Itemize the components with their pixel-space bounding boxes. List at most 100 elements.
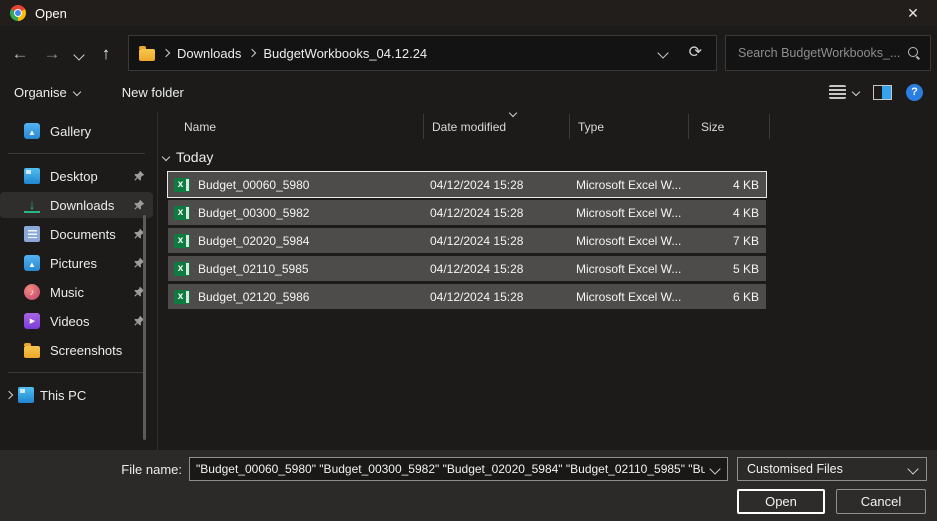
column-header-name[interactable]: Name <box>158 114 423 139</box>
refresh-icon[interactable]: ⟳ <box>689 45 702 61</box>
folder-icon <box>24 346 40 358</box>
group-label: Today <box>176 149 213 165</box>
sidebar-divider <box>8 153 145 154</box>
music-icon <box>24 284 40 300</box>
view-options-button[interactable] <box>829 85 859 99</box>
expand-chevron-icon[interactable] <box>5 391 13 399</box>
cancel-button[interactable]: Cancel <box>836 489 926 514</box>
chevron-right-icon[interactable] <box>248 49 256 57</box>
file-date-modified: 04/12/2024 15:28 <box>430 234 576 248</box>
file-row[interactable]: Budget_02020_598404/12/2024 15:28Microso… <box>168 228 766 253</box>
file-size: 6 KB <box>696 290 766 304</box>
gallery-icon <box>24 123 40 139</box>
address-bar[interactable]: Downloads BudgetWorkbooks_04.12.24 ⟳ <box>128 35 717 71</box>
up-button[interactable]: ↑ <box>90 45 122 62</box>
chevron-down-icon <box>162 153 170 161</box>
file-type: Microsoft Excel W... <box>576 262 696 276</box>
excel-file-icon <box>174 262 190 276</box>
column-header-size[interactable]: Size <box>688 114 770 139</box>
column-headers: Name Date modified Type Size <box>158 114 937 139</box>
chevron-right-icon[interactable] <box>162 49 170 57</box>
pin-icon <box>133 199 145 211</box>
file-row[interactable]: Budget_02120_598604/12/2024 15:28Microso… <box>168 284 766 309</box>
chevron-down-icon <box>852 88 860 96</box>
file-name-label: File name: <box>10 462 189 477</box>
excel-file-icon <box>174 234 190 248</box>
file-type-value: Customised Files <box>747 462 843 476</box>
sidebar-item-desktop[interactable]: Desktop <box>0 163 153 189</box>
excel-file-icon <box>174 290 190 304</box>
file-type: Microsoft Excel W... <box>576 234 696 248</box>
folder-icon <box>139 49 155 61</box>
breadcrumb-downloads[interactable]: Downloads <box>177 46 241 61</box>
thispc-icon <box>18 387 34 403</box>
file-name: Budget_02120_5986 <box>198 290 430 304</box>
desktop-icon <box>24 168 40 184</box>
chrome-logo-icon <box>10 5 26 21</box>
sidebar-item-label: Gallery <box>50 124 91 139</box>
title-bar: Open ✕ <box>0 0 937 26</box>
organise-menu[interactable]: Organise <box>14 85 80 100</box>
file-type-select[interactable]: Customised Files <box>737 457 927 481</box>
chevron-down-icon <box>73 88 81 96</box>
file-row[interactable]: Budget_00300_598204/12/2024 15:28Microso… <box>168 200 766 225</box>
pin-icon <box>133 170 145 182</box>
dialog-body: Gallery Desktop Downloads Documents Pictures… <box>0 112 937 450</box>
file-name: Budget_02110_5985 <box>198 262 430 276</box>
address-dropdown-icon[interactable] <box>657 47 668 58</box>
help-icon[interactable]: ? <box>906 84 923 101</box>
downloads-icon <box>24 197 40 213</box>
file-name-input[interactable] <box>189 457 728 481</box>
sidebar-item-videos[interactable]: Videos <box>0 308 153 334</box>
close-icon[interactable]: ✕ <box>899 5 927 22</box>
column-header-type[interactable]: Type <box>569 114 688 139</box>
sidebar-item-label: Documents <box>50 227 116 242</box>
back-button[interactable]: ← <box>4 45 36 62</box>
sidebar-item-label: Videos <box>50 314 90 329</box>
file-row[interactable]: Budget_00060_598004/12/2024 15:28Microso… <box>168 172 766 197</box>
file-date-modified: 04/12/2024 15:28 <box>430 206 576 220</box>
sidebar-item-music[interactable]: Music <box>0 279 153 305</box>
chevron-down-icon <box>907 463 918 474</box>
column-header-date-modified[interactable]: Date modified <box>423 114 569 139</box>
forward-button[interactable]: → <box>36 45 68 62</box>
sidebar-item-gallery[interactable]: Gallery <box>0 118 153 144</box>
sidebar-item-label: This PC <box>40 388 86 403</box>
sidebar-item-label: Music <box>50 285 84 300</box>
list-view-icon <box>829 85 846 99</box>
file-size: 7 KB <box>696 234 766 248</box>
documents-icon <box>24 226 40 242</box>
new-folder-button[interactable]: New folder <box>122 85 184 100</box>
new-folder-label: New folder <box>122 85 184 100</box>
preview-pane-icon[interactable] <box>873 85 892 100</box>
dialog-footer: File name: Customised Files Open Cancel <box>0 450 937 521</box>
navigation-sidebar: Gallery Desktop Downloads Documents Pictures… <box>0 112 158 450</box>
window-title: Open <box>35 6 67 21</box>
file-type: Microsoft Excel W... <box>576 206 696 220</box>
search-input[interactable] <box>736 45 908 61</box>
sidebar-item-documents[interactable]: Documents <box>0 221 153 247</box>
open-button[interactable]: Open <box>737 489 825 514</box>
sidebar-item-downloads[interactable]: Downloads <box>0 192 153 218</box>
file-size: 4 KB <box>696 178 766 192</box>
file-date-modified: 04/12/2024 15:28 <box>430 262 576 276</box>
breadcrumb-current-folder[interactable]: BudgetWorkbooks_04.12.24 <box>263 46 427 61</box>
sidebar-item-this-pc[interactable]: This PC <box>0 382 153 408</box>
sidebar-item-label: Pictures <box>50 256 97 271</box>
search-box[interactable] <box>725 35 931 71</box>
group-header-today[interactable]: Today <box>158 149 937 165</box>
sidebar-item-pictures[interactable]: Pictures <box>0 250 153 276</box>
file-date-modified: 04/12/2024 15:28 <box>430 290 576 304</box>
organise-label: Organise <box>14 85 67 100</box>
recent-locations-dropdown[interactable] <box>68 45 90 62</box>
sidebar-item-screenshots[interactable]: Screenshots <box>0 337 153 363</box>
search-icon <box>908 47 920 59</box>
file-name-combo[interactable] <box>189 457 728 481</box>
sidebar-item-label: Screenshots <box>50 343 122 358</box>
command-toolbar: Organise New folder ? <box>0 75 937 109</box>
navigation-row: ← → ↑ Downloads BudgetWorkbooks_04.12.24… <box>0 26 937 75</box>
sidebar-scrollbar[interactable] <box>143 215 146 440</box>
file-type: Microsoft Excel W... <box>576 178 696 192</box>
file-row[interactable]: Budget_02110_598504/12/2024 15:28Microso… <box>168 256 766 281</box>
file-name: Budget_00060_5980 <box>198 178 430 192</box>
